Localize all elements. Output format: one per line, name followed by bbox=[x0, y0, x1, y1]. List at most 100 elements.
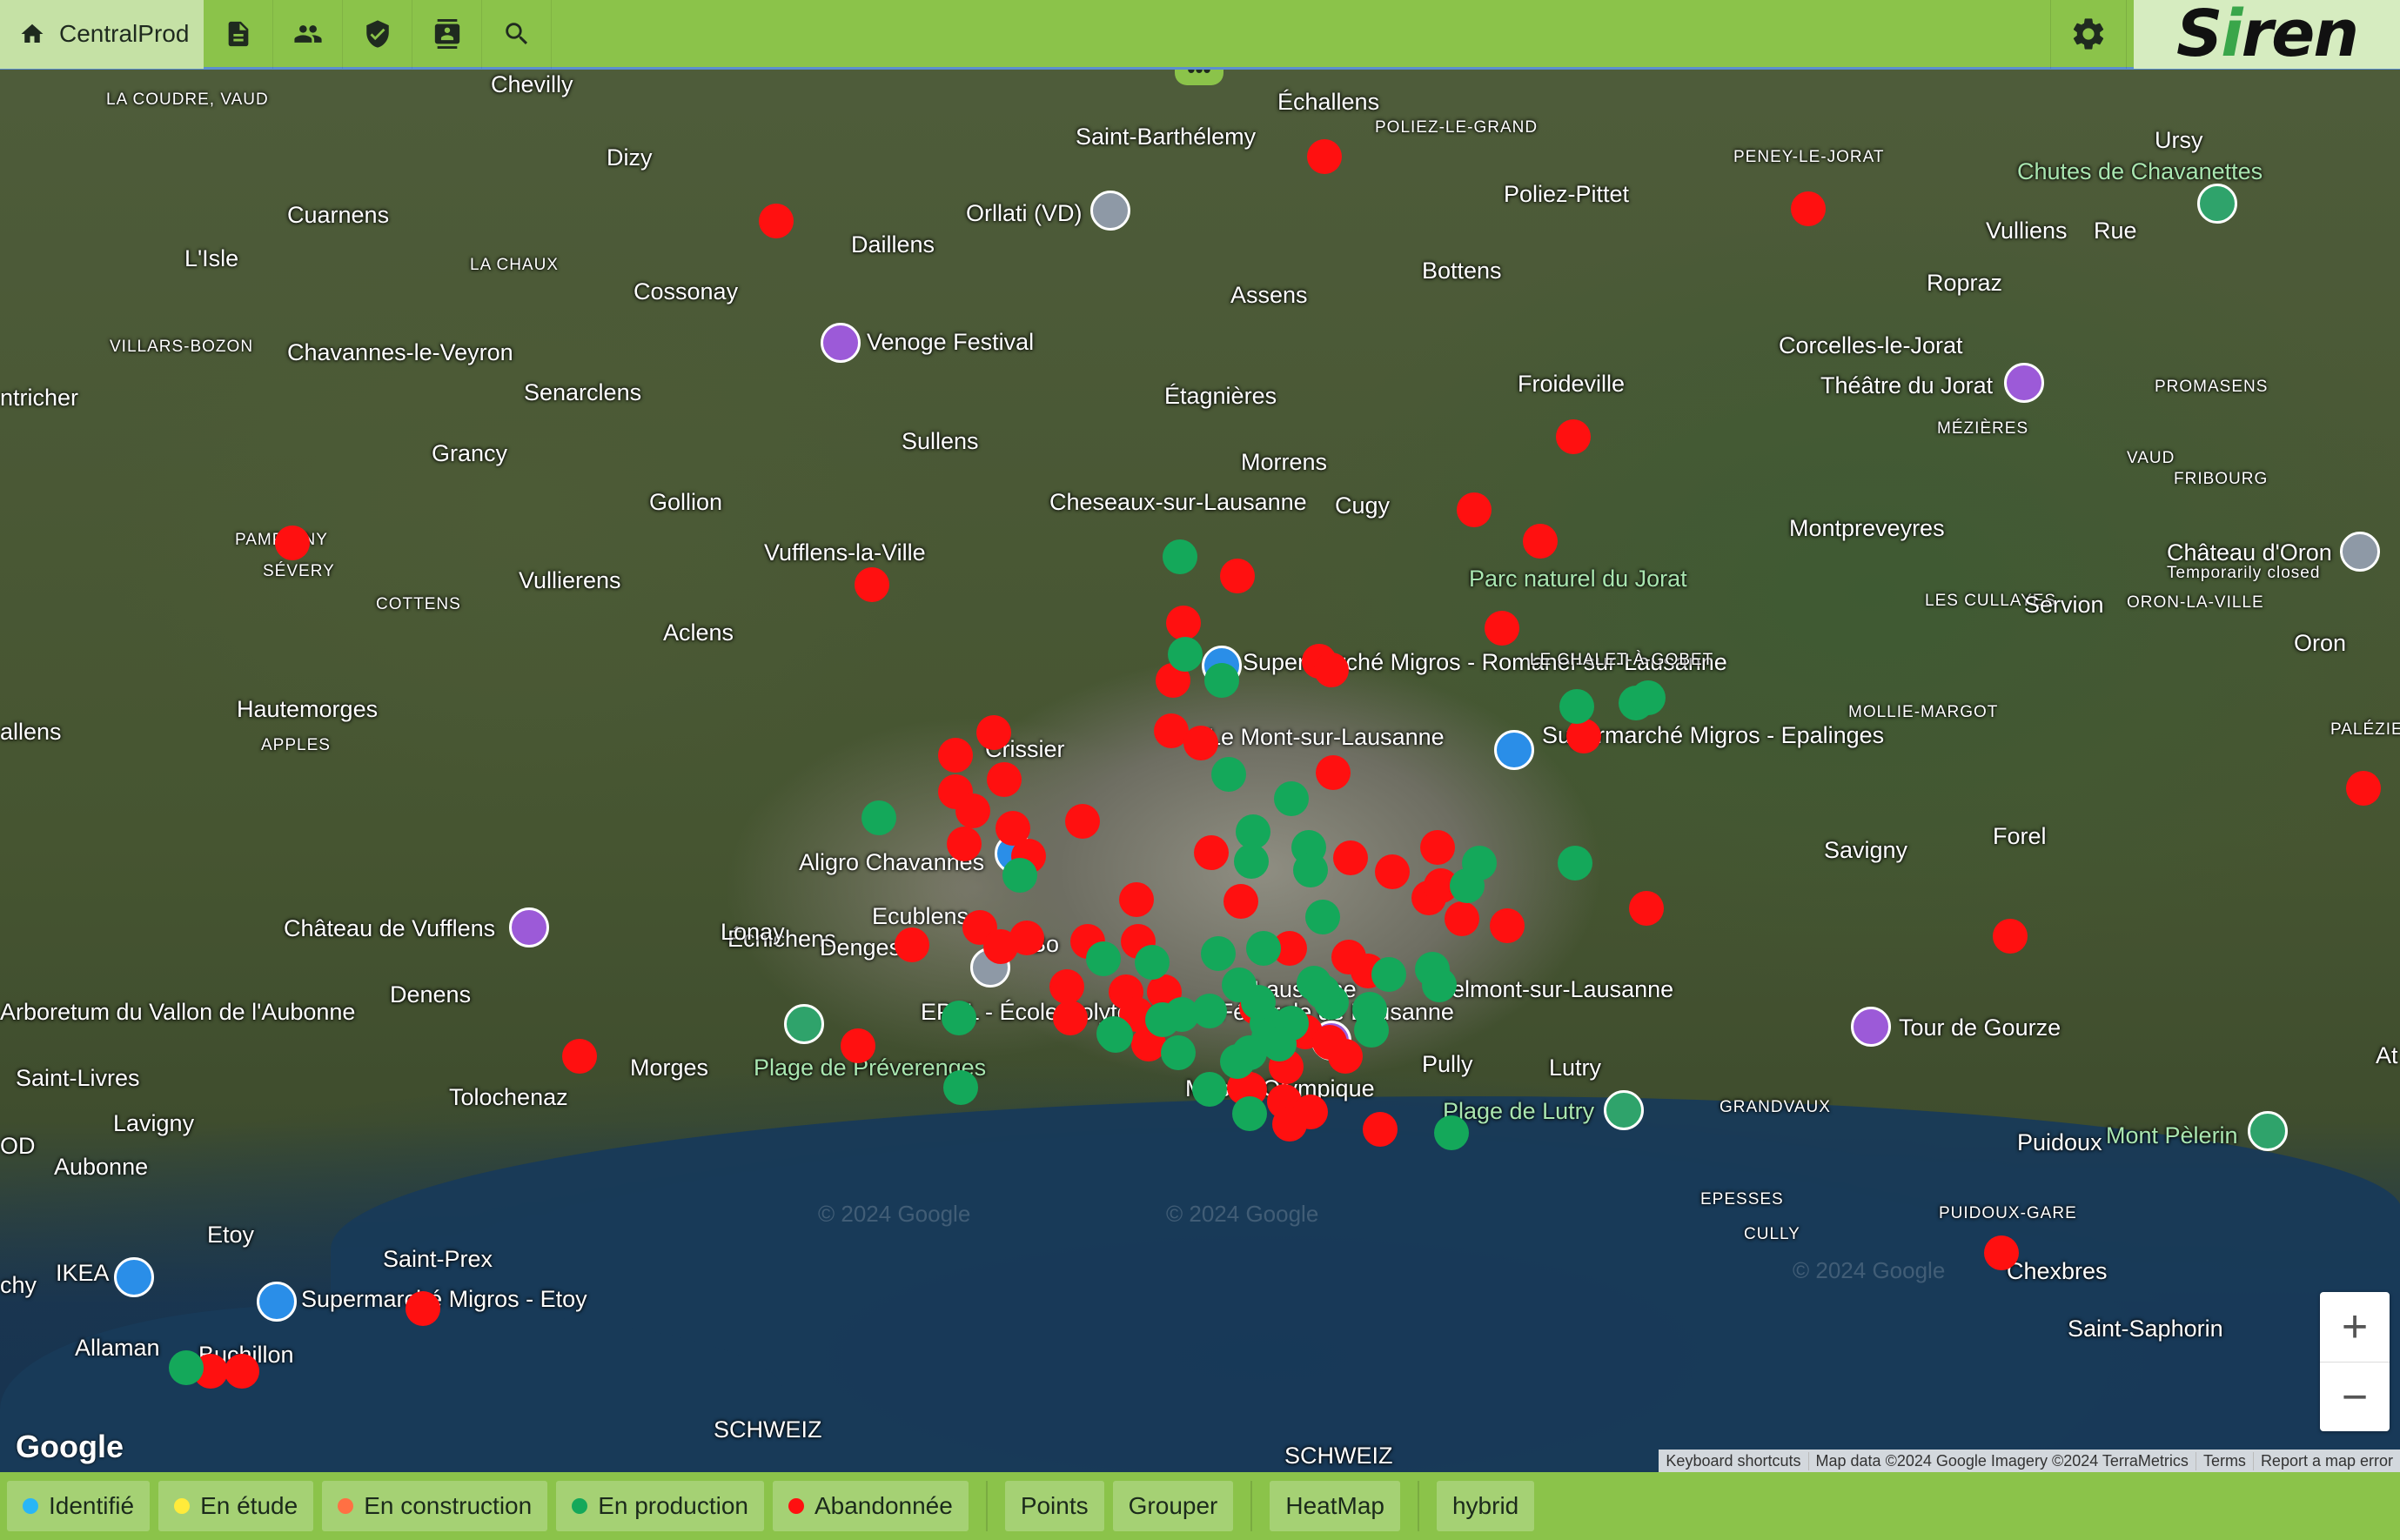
map-pin-icon[interactable] bbox=[2197, 184, 2237, 224]
marker-en-production[interactable] bbox=[1163, 539, 1197, 574]
marker-abandonnee[interactable] bbox=[1119, 882, 1154, 917]
map-pin-icon[interactable] bbox=[2004, 363, 2044, 403]
marker-en-production[interactable] bbox=[1293, 853, 1328, 887]
map-pin-icon[interactable] bbox=[1494, 730, 1534, 770]
marker-en-production[interactable] bbox=[1201, 936, 1236, 971]
contact-card-icon[interactable] bbox=[412, 0, 482, 69]
marker-en-production[interactable] bbox=[1631, 680, 1666, 715]
gear-icon[interactable] bbox=[2050, 0, 2127, 69]
marker-abandonnee[interactable] bbox=[406, 1291, 440, 1326]
marker-abandonnee[interactable] bbox=[938, 738, 973, 773]
legend-identifie-button[interactable]: Identifié bbox=[7, 1481, 151, 1531]
marker-abandonnee[interactable] bbox=[1194, 835, 1229, 870]
marker-abandonnee[interactable] bbox=[1629, 891, 1664, 926]
marker-abandonnee[interactable] bbox=[1556, 419, 1591, 454]
map-pin-icon[interactable] bbox=[257, 1282, 297, 1322]
map-pin-icon[interactable] bbox=[2340, 532, 2380, 572]
points-button[interactable]: Points bbox=[1004, 1481, 1104, 1531]
home-tab[interactable]: CentralProd bbox=[0, 0, 204, 69]
legend-abandonnee-button[interactable]: Abandonnée bbox=[772, 1481, 969, 1531]
marker-abandonnee[interactable] bbox=[2346, 771, 2381, 806]
marker-abandonnee[interactable] bbox=[1445, 901, 1479, 936]
marker-abandonnee[interactable] bbox=[1183, 726, 1218, 760]
marker-abandonnee[interactable] bbox=[562, 1039, 597, 1074]
marker-abandonnee[interactable] bbox=[1328, 1039, 1363, 1074]
marker-en-production[interactable] bbox=[1145, 1002, 1180, 1037]
legend-en-etude-button[interactable]: En étude bbox=[158, 1481, 314, 1531]
map-pin-icon[interactable] bbox=[2248, 1111, 2288, 1151]
marker-en-production[interactable] bbox=[1434, 1115, 1469, 1150]
marker-abandonnee[interactable] bbox=[1457, 492, 1492, 527]
marker-en-production[interactable] bbox=[942, 1001, 976, 1035]
keyboard-shortcuts-link[interactable]: Keyboard shortcuts bbox=[1659, 1452, 1807, 1470]
marker-en-production[interactable] bbox=[1305, 900, 1340, 934]
marker-en-production[interactable] bbox=[943, 1070, 978, 1105]
marker-en-production[interactable] bbox=[1220, 1044, 1255, 1079]
marker-abandonnee[interactable] bbox=[1316, 755, 1351, 790]
marker-abandonnee[interactable] bbox=[1566, 719, 1601, 753]
map-canvas[interactable]: ••• Chevilly Dizy Saint-Barthélemy Échallen… bbox=[0, 70, 2400, 1472]
search-icon[interactable] bbox=[482, 0, 552, 69]
marker-abandonnee[interactable] bbox=[759, 204, 794, 238]
map-pin-icon[interactable] bbox=[1851, 1007, 1891, 1047]
marker-abandonnee[interactable] bbox=[1993, 919, 2028, 954]
marker-abandonnee[interactable] bbox=[955, 793, 990, 828]
marker-en-production[interactable] bbox=[1096, 1016, 1131, 1051]
marker-abandonnee[interactable] bbox=[895, 927, 929, 962]
marker-abandonnee[interactable] bbox=[987, 762, 1022, 797]
marker-abandonnee[interactable] bbox=[1053, 1001, 1088, 1035]
marker-abandonnee[interactable] bbox=[1223, 884, 1258, 919]
grouper-button[interactable]: Grouper bbox=[1112, 1481, 1234, 1531]
report-map-error-link[interactable]: Report a map error bbox=[2252, 1451, 2400, 1470]
map-pin-icon[interactable] bbox=[784, 1004, 824, 1044]
document-icon[interactable] bbox=[204, 0, 273, 69]
marker-en-production[interactable] bbox=[169, 1350, 204, 1385]
marker-en-production[interactable] bbox=[1241, 985, 1276, 1020]
marker-abandonnee[interactable] bbox=[275, 526, 310, 560]
map-pin-icon[interactable] bbox=[1090, 191, 1130, 231]
marker-en-production[interactable] bbox=[1204, 663, 1239, 698]
map-pin-icon[interactable] bbox=[821, 323, 861, 363]
zoom-in-button[interactable]: + bbox=[2320, 1292, 2390, 1362]
marker-abandonnee[interactable] bbox=[1314, 653, 1349, 687]
shield-check-icon[interactable] bbox=[343, 0, 412, 69]
marker-abandonnee[interactable] bbox=[1166, 606, 1201, 640]
marker-abandonnee[interactable] bbox=[1420, 830, 1455, 865]
zoom-out-button[interactable]: − bbox=[2320, 1362, 2390, 1431]
marker-abandonnee[interactable] bbox=[1490, 908, 1525, 943]
marker-en-production[interactable] bbox=[1371, 957, 1406, 992]
marker-en-production[interactable] bbox=[1192, 1072, 1227, 1107]
marker-en-production[interactable] bbox=[1161, 1035, 1196, 1070]
marker-en-production[interactable] bbox=[1558, 846, 1592, 880]
marker-abandonnee[interactable] bbox=[1363, 1112, 1398, 1147]
map-pin-icon[interactable] bbox=[509, 907, 549, 947]
marker-en-production[interactable] bbox=[861, 800, 896, 835]
marker-abandonnee[interactable] bbox=[225, 1354, 259, 1389]
marker-abandonnee[interactable] bbox=[1307, 139, 1342, 174]
map-pin-icon[interactable] bbox=[114, 1257, 154, 1297]
marker-en-production[interactable] bbox=[1168, 637, 1203, 672]
marker-abandonnee[interactable] bbox=[841, 1028, 875, 1063]
hybrid-button[interactable]: hybrid bbox=[1436, 1481, 1535, 1531]
marker-en-production[interactable] bbox=[1232, 1096, 1267, 1131]
marker-abandonnee[interactable] bbox=[1485, 611, 1519, 646]
marker-en-production[interactable] bbox=[1422, 968, 1457, 1002]
marker-en-production[interactable] bbox=[1086, 941, 1121, 976]
marker-abandonnee[interactable] bbox=[1049, 969, 1084, 1004]
marker-en-production[interactable] bbox=[1002, 858, 1037, 893]
marker-abandonnee[interactable] bbox=[855, 567, 889, 602]
panel-menu-handle[interactable]: ••• bbox=[1175, 70, 1223, 85]
marker-abandonnee[interactable] bbox=[1272, 1107, 1307, 1142]
marker-en-production[interactable] bbox=[1135, 945, 1170, 980]
marker-abandonnee[interactable] bbox=[1333, 840, 1368, 875]
marker-en-production[interactable] bbox=[1450, 868, 1485, 903]
legend-en-production-button[interactable]: En production bbox=[556, 1481, 764, 1531]
marker-abandonnee[interactable] bbox=[1009, 921, 1044, 955]
marker-en-production[interactable] bbox=[1246, 931, 1281, 966]
marker-en-production[interactable] bbox=[1274, 781, 1309, 816]
terms-link[interactable]: Terms bbox=[2195, 1451, 2253, 1470]
marker-en-production[interactable] bbox=[1262, 1027, 1297, 1061]
marker-en-production[interactable] bbox=[1559, 689, 1594, 724]
marker-en-production[interactable] bbox=[1305, 974, 1340, 1009]
marker-abandonnee[interactable] bbox=[1523, 524, 1558, 559]
